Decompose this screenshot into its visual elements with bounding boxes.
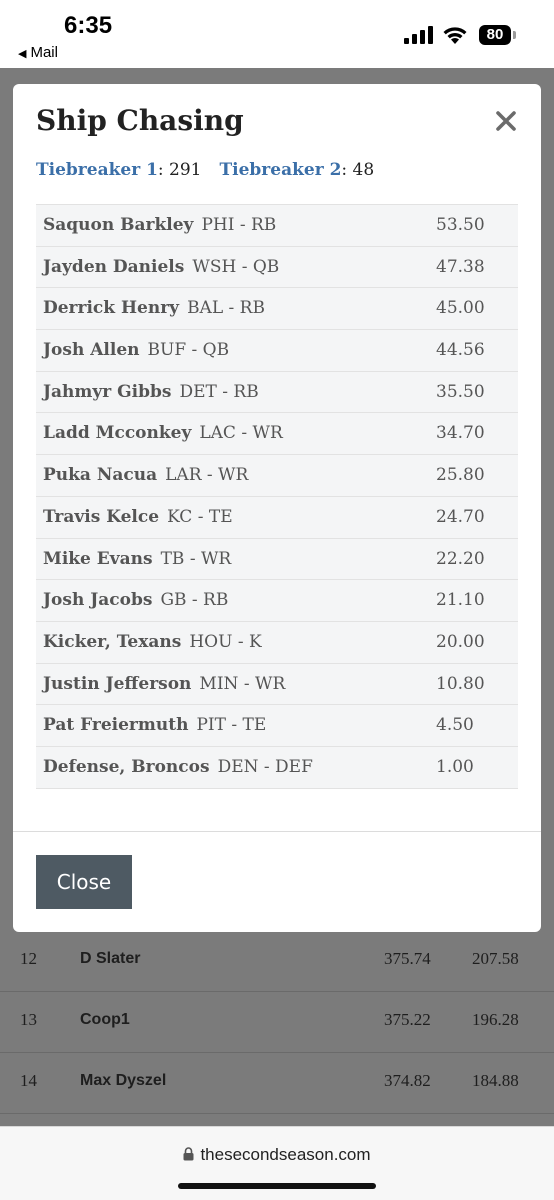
player-name: Mike Evans — [43, 548, 153, 569]
player-name: Puka Nacua — [43, 465, 158, 486]
team-roster-modal: Ship Chasing Tiebreaker 1: 291 Tiebreaker… — [13, 84, 541, 932]
player-points: 44.56 — [436, 340, 485, 361]
player-row: Pat Freiermuth PIT - TE 4.50 — [36, 705, 518, 747]
player-points: 4.50 — [436, 715, 474, 736]
player-team-position: PIT - TE — [196, 715, 267, 736]
url-display[interactable]: thesecondseason.com — [0, 1145, 554, 1165]
player-team-position: BUF - QB — [147, 340, 230, 361]
player-row: Defense, Broncos DEN - DEF 1.00 — [36, 747, 518, 789]
player-row: Justin Jefferson MIN - WR 10.80 — [36, 664, 518, 706]
player-team-position: GB - RB — [160, 590, 229, 611]
player-team-position: DEN - DEF — [217, 756, 313, 777]
player-row: Mike Evans TB - WR 22.20 — [36, 539, 518, 581]
roster-table: Saquon Barkley PHI - RB 53.50 Jayden Dani… — [36, 204, 518, 789]
player-points: 25.80 — [436, 465, 485, 486]
player-points: 47.38 — [436, 256, 485, 277]
battery-tip — [513, 31, 516, 39]
clock: 6:35 — [64, 12, 113, 39]
player-points: 24.70 — [436, 506, 485, 527]
player-name: Defense, Broncos — [43, 756, 210, 777]
player-row: Jayden Daniels WSH - QB 47.38 — [36, 247, 518, 289]
total-cell: 374.82 — [384, 1071, 431, 1090]
tiebreaker-2-label: Tiebreaker 2 — [219, 160, 342, 180]
player-team-position: HOU - K — [189, 631, 262, 652]
browser-address-bar[interactable]: thesecondseason.com — [0, 1126, 554, 1200]
table-row[interactable]: 14 Max Dyszel 374.82 184.88 — [0, 1053, 554, 1114]
modal-title: Ship Chasing — [36, 104, 244, 137]
player-team-position: BAL - RB — [187, 298, 265, 319]
player-team-position: LAR - WR — [165, 465, 249, 486]
back-app-label: Mail — [30, 44, 58, 61]
close-icon[interactable] — [493, 108, 519, 134]
rank-cell: 14 — [20, 1071, 37, 1090]
player-points: 22.20 — [436, 548, 485, 569]
close-button[interactable]: Close — [36, 855, 132, 909]
back-to-app-link[interactable]: ◀ Mail — [18, 44, 58, 61]
player-points: 45.00 — [436, 298, 485, 319]
total-cell: 375.74 — [384, 949, 431, 968]
player-name: Derrick Henry — [43, 298, 180, 319]
player-team-position: LAC - WR — [199, 423, 283, 444]
player-row: Kicker, Texans HOU - K 20.00 — [36, 622, 518, 664]
player-points: 34.70 — [436, 423, 485, 444]
player-name: Justin Jefferson — [43, 673, 192, 694]
player-team-position: KC - TE — [167, 506, 233, 527]
player-row: Josh Jacobs GB - RB 21.10 — [36, 580, 518, 622]
player-team-position: MIN - WR — [199, 673, 286, 694]
player-row: Ladd Mcconkey LAC - WR 34.70 — [36, 413, 518, 456]
player-points: 35.50 — [436, 381, 485, 402]
rank-cell: 13 — [20, 1010, 37, 1029]
player-name: Travis Kelce — [43, 506, 160, 527]
rank-cell: 12 — [20, 949, 37, 968]
player-team-position: TB - WR — [160, 548, 232, 569]
team-name-cell: Max Dyszel — [80, 1072, 167, 1089]
table-row[interactable]: 12 D Slater 375.74 207.58 — [0, 931, 554, 992]
player-team-position: WSH - QB — [192, 256, 280, 277]
player-name: Jayden Daniels — [43, 256, 185, 277]
url-text: thesecondseason.com — [200, 1145, 371, 1164]
player-row: Derrick Henry BAL - RB 45.00 — [36, 288, 518, 331]
tiebreaker-1-label: Tiebreaker 1 — [36, 160, 158, 180]
player-points: 53.50 — [436, 215, 485, 235]
player-name: Pat Freiermuth — [43, 715, 189, 736]
tiebreakers-line: Tiebreaker 1: 291 Tiebreaker 2: 48 — [36, 160, 375, 180]
player-team-position: PHI - RB — [201, 215, 277, 235]
player-row: Travis Kelce KC - TE 24.70 — [36, 497, 518, 539]
player-name: Ladd Mcconkey — [43, 423, 192, 444]
team-name-cell: Coop1 — [80, 1011, 130, 1028]
player-row: Jahmyr Gibbs DET - RB 35.50 — [36, 372, 518, 414]
player-points: 20.00 — [436, 631, 485, 652]
total-cell: 375.22 — [384, 1010, 431, 1029]
player-row: Puka Nacua LAR - WR 25.80 — [36, 455, 518, 497]
status-bar: 6:35 ◀ Mail 80 — [0, 0, 554, 68]
week-cell: 207.58 — [472, 949, 519, 968]
battery-indicator: 80 — [479, 25, 511, 45]
player-team-position: DET - RB — [179, 381, 259, 402]
team-name-cell: D Slater — [80, 950, 141, 967]
tiebreaker-1-value: 291 — [169, 160, 202, 180]
player-row: Saquon Barkley PHI - RB 53.50 — [36, 205, 518, 247]
tiebreaker-2-value: 48 — [352, 160, 375, 180]
player-name: Josh Allen — [43, 340, 140, 361]
week-cell: 196.28 — [472, 1010, 519, 1029]
player-points: 1.00 — [436, 756, 474, 777]
player-points: 10.80 — [436, 673, 485, 694]
player-name: Josh Jacobs — [43, 590, 153, 611]
lock-icon — [183, 1147, 194, 1161]
home-indicator[interactable] — [178, 1183, 376, 1189]
modal-footer-divider — [13, 831, 541, 832]
cellular-signal-icon — [404, 26, 433, 44]
player-name: Jahmyr Gibbs — [43, 381, 172, 402]
back-triangle-icon: ◀ — [18, 48, 27, 60]
week-cell: 184.88 — [472, 1071, 519, 1090]
player-name: Saquon Barkley — [43, 215, 194, 235]
player-name: Kicker, Texans — [43, 631, 182, 652]
table-row[interactable]: 13 Coop1 375.22 196.28 — [0, 992, 554, 1053]
wifi-icon — [443, 27, 467, 44]
player-points: 21.10 — [436, 590, 485, 611]
player-row: Josh Allen BUF - QB 44.56 — [36, 330, 518, 372]
